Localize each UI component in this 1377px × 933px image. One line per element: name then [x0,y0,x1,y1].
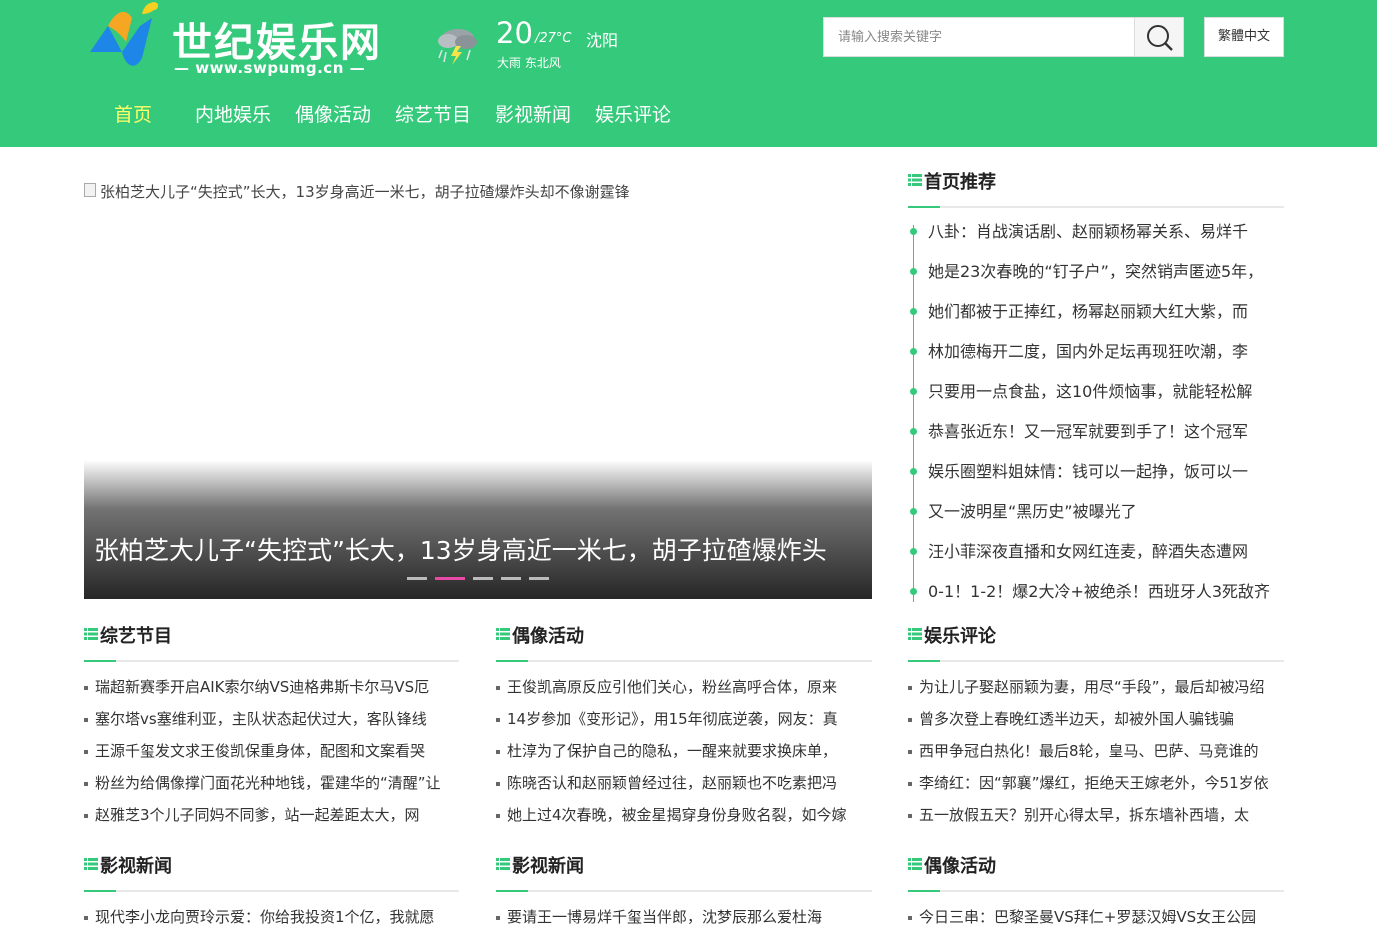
list-item[interactable]: 杜淳为了保护自己的隐私，一醒来就要求换床单， [496,735,872,767]
list-item[interactable]: 现代李小龙向贾玲示爱：你给我投资1个亿，我就愿 [84,901,459,933]
search-button[interactable] [1134,18,1183,56]
recommend-item[interactable]: 林加德梅开二度，国内外足坛再现狂吹潮，李 [908,332,1284,372]
list-item[interactable]: 赵雅芝3个儿子同妈不同爹，站一起差距太大，网 [84,799,459,831]
nav-item-home[interactable]: 首页 [114,100,152,127]
recommend-item[interactable]: 只要用一点食盐，这10件烦恼事，就能轻松解 [908,372,1284,412]
temperature-range: /27°C [535,31,572,46]
section-header-film-2: 影视新闻 [496,852,872,892]
section-title[interactable]: 娱乐评论 [924,622,996,648]
list-item[interactable]: 陈晓否认和赵丽颖曾经过往，赵丽颖也不吃素把冯 [496,767,872,799]
news-list-film-1: 现代李小龙向贾玲示爱：你给我投资1个亿，我就愿 [84,901,459,933]
list-icon [84,858,98,870]
list-item[interactable]: 要请王一博易烊千玺当伴郎，沈梦辰那么爱杜海 [496,901,872,933]
news-list-idol-2: 今日三串：巴黎圣曼VS拜仁+罗瑟汉姆VS女王公园 [908,901,1284,933]
list-item[interactable]: 五一放假五天？别开心得太早，拆东墙补西墙，太 [908,799,1284,831]
recommend-item[interactable]: 汪小菲深夜直播和女网红连麦，醉酒失态遭网 [908,532,1284,572]
list-icon [496,858,510,870]
section-header-idol: 偶像活动 [496,622,872,662]
slider-dot[interactable] [407,577,427,580]
recommend-item[interactable]: 0-1！1-2！爆2大冷+被绝杀！西班牙人3死敌齐 [908,572,1284,612]
traditional-chinese-toggle[interactable]: 繁體中文 [1204,17,1284,57]
site-logo-url: — www.swpumg.cn — [174,59,366,77]
section-underline [84,660,116,662]
recommend-item[interactable]: 她是23次春晚的“钉子户”，突然销声匿迹5年， [908,252,1284,292]
nav-item-ent-review[interactable]: 娱乐评论 [595,100,671,127]
section-header-idol-2: 偶像活动 [908,852,1284,892]
recommend-item[interactable]: 又一波明星“黑历史”被曝光了 [908,492,1284,532]
section-title[interactable]: 偶像活动 [924,852,996,878]
news-list-variety: 瑞超新赛季开启AIK索尔纳VS迪格弗斯卡尔马VS厄 塞尔塔vs塞维利亚，主队状态… [84,671,459,831]
section-underline [908,206,940,208]
recommend-item[interactable]: 娱乐圈塑料姐妹情：钱可以一起挣，饭可以一 [908,452,1284,492]
thunderstorm-cloud-icon [438,29,477,65]
list-item[interactable]: 14岁参加《变形记》，用15年彻底逆袭，网友：真 [496,703,872,735]
logo-mark-icon[interactable] [86,0,164,76]
nav-item-variety[interactable]: 综艺节目 [395,100,471,127]
section-header-film-1: 影视新闻 [84,852,459,892]
section-underline [908,660,940,662]
recommend-item[interactable]: 她们都被于正捧红，杨幂赵丽颖大红大紫，而 [908,292,1284,332]
section-underline [496,660,528,662]
featured-slider[interactable]: 张柏芝大儿子“失控式”长大，13岁身高近一米七，胡子拉碴爆炸头却不像谢霆锋 张柏… [84,177,872,599]
section-title[interactable]: 影视新闻 [512,852,584,878]
section-title[interactable]: 综艺节目 [100,622,172,648]
section-title[interactable]: 偶像活动 [512,622,584,648]
section-underline [84,890,116,892]
slider-dot-active[interactable] [435,577,465,580]
list-item[interactable]: 王俊凯高原反应引他们关心，粉丝高呼合体，原来 [496,671,872,703]
recommend-header: 首页推荐 [908,168,1284,208]
main-nav: 首页 内地娱乐 偶像活动 综艺节目 影视新闻 娱乐评论 [0,100,1377,134]
list-icon [496,628,510,640]
nav-item-mainland-ent[interactable]: 内地娱乐 [195,100,271,127]
list-item[interactable]: 瑞超新赛季开启AIK索尔纳VS迪格弗斯卡尔马VS厄 [84,671,459,703]
site-header: 世纪娱乐网 — www.swpumg.cn — 20 /27°C 沈阳 大雨 东… [0,0,1377,147]
list-item[interactable]: 她上过4次春晚，被金星揭穿身份身败名裂，如今嫁 [496,799,872,831]
list-icon [908,858,922,870]
news-list-review: 为让儿子娶赵丽颖为妻，用尽“手段”，最后却被冯绍 曾多次登上春晚红透半边天，却被… [908,671,1284,831]
section-underline [496,890,528,892]
list-item[interactable]: 粉丝为给偶像撑门面花光种地钱，霍建华的“清醒”让 [84,767,459,799]
list-icon [908,628,922,640]
news-list-idol: 王俊凯高原反应引他们关心，粉丝高呼合体，原来 14岁参加《变形记》，用15年彻底… [496,671,872,831]
weather-description: 大雨 东北风 [497,56,561,70]
section-header-variety: 综艺节目 [84,622,459,662]
recommend-item[interactable]: 八卦：肖战演话剧、赵丽颖杨幂关系、易烊千 [908,212,1284,252]
slider-dot[interactable] [529,577,549,580]
search-box [823,17,1184,57]
list-icon [84,628,98,640]
news-list-film-2: 要请王一博易烊千玺当伴郎，沈梦辰那么爱杜海 [496,901,872,933]
nav-item-film-news[interactable]: 影视新闻 [495,100,571,127]
section-header-review: 娱乐评论 [908,622,1284,662]
recommend-list: 八卦：肖战演话剧、赵丽颖杨幂关系、易烊千 她是23次春晚的“钉子户”，突然销声匿… [908,212,1284,612]
slider-dot[interactable] [473,577,493,580]
slider-image-alt-text[interactable]: 张柏芝大儿子“失控式”长大，13岁身高近一米七，胡子拉碴爆炸头却不像谢霆锋 [84,181,630,202]
list-icon [908,174,922,186]
list-item[interactable]: 今日三串：巴黎圣曼VS拜仁+罗瑟汉姆VS女王公园 [908,901,1284,933]
recommend-item[interactable]: 恭喜张近东！又一冠军就要到手了！这个冠军 [908,412,1284,452]
nav-item-idol-events[interactable]: 偶像活动 [295,100,371,127]
weather-city[interactable]: 沈阳 [586,27,618,51]
list-item[interactable]: 为让儿子娶赵丽颖为妻，用尽“手段”，最后却被冯绍 [908,671,1284,703]
slider-dot[interactable] [501,577,521,580]
section-title[interactable]: 影视新闻 [100,852,172,878]
search-icon [1147,25,1173,51]
list-item[interactable]: 西甲争冠白热化！最后8轮，皇马、巴萨、马竞谁的 [908,735,1284,767]
slider-caption[interactable]: 张柏芝大儿子“失控式”长大，13岁身高近一米七，胡子拉碴爆炸头 [94,531,827,567]
recommend-title: 首页推荐 [924,172,996,193]
list-item[interactable]: 曾多次登上春晚红透半边天，却被外国人骗钱骗 [908,703,1284,735]
search-input[interactable] [824,18,1135,56]
section-underline [908,890,940,892]
current-temperature: 20 [496,16,533,50]
list-item[interactable]: 李绮红：因“郭襄”爆红，拒绝天王嫁老外，今51岁依 [908,767,1284,799]
list-item[interactable]: 王源千玺发文求王俊凯保重身体，配图和文案看哭 [84,735,459,767]
list-item[interactable]: 塞尔塔vs塞维利亚，主队状态起伏过大，客队锋线 [84,703,459,735]
